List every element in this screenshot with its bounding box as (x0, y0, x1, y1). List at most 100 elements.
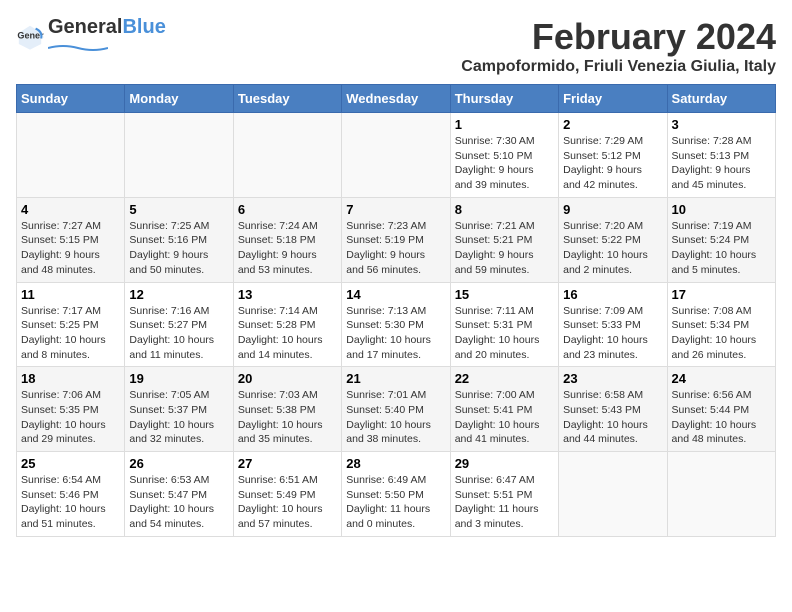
logo-blue: Blue (122, 16, 165, 39)
day-info: Sunrise: 6:56 AM Sunset: 5:44 PM Dayligh… (672, 388, 771, 447)
day-info: Sunrise: 7:21 AM Sunset: 5:21 PM Dayligh… (455, 219, 554, 278)
calendar-cell (342, 113, 450, 198)
calendar-cell: 7Sunrise: 7:23 AM Sunset: 5:19 PM Daylig… (342, 197, 450, 282)
day-number: 18 (21, 371, 120, 386)
day-number: 15 (455, 287, 554, 302)
day-number: 9 (563, 202, 662, 217)
calendar-cell: 3 Sunrise: 7:28 AM Sunset: 5:13 PM Daylig… (667, 113, 775, 198)
day-number: 6 (238, 202, 337, 217)
calendar-cell: 19 Sunrise: 7:05 AM Sunset: 5:37 PM Dayli… (125, 367, 233, 452)
day-number: 13 (238, 287, 337, 302)
header-friday: Friday (559, 85, 667, 113)
calendar-cell: 12Sunrise: 7:16 AM Sunset: 5:27 PM Dayli… (125, 282, 233, 367)
day-number: 26 (129, 456, 228, 471)
day-number: 23 (563, 371, 662, 386)
day-number: 28 (346, 456, 445, 471)
day-number: 3 (672, 117, 771, 132)
day-number: 8 (455, 202, 554, 217)
logo: General General Blue (16, 16, 166, 57)
day-info: Sunrise: 7:17 AM Sunset: 5:25 PM Dayligh… (21, 304, 120, 363)
main-title: February 2024 (461, 16, 776, 58)
header: General General Blue February 2024 Campo… (16, 16, 776, 76)
calendar-cell: 24 Sunrise: 6:56 AM Sunset: 5:44 PM Dayli… (667, 367, 775, 452)
calendar-cell: 6 Sunrise: 7:24 AM Sunset: 5:18 PM Daylig… (233, 197, 341, 282)
header-monday: Monday (125, 85, 233, 113)
calendar-cell: 13 Sunrise: 7:14 AM Sunset: 5:28 PM Dayli… (233, 282, 341, 367)
calendar-week-row: 25 Sunrise: 6:54 AM Sunset: 5:46 PM Dayli… (17, 452, 776, 537)
day-info: Sunrise: 7:14 AM Sunset: 5:28 PM Dayligh… (238, 304, 337, 363)
calendar-cell: 18 Sunrise: 7:06 AM Sunset: 5:35 PM Dayli… (17, 367, 125, 452)
day-info: Sunrise: 7:11 AM Sunset: 5:31 PM Dayligh… (455, 304, 554, 363)
day-info: Sunrise: 7:30 AM Sunset: 5:10 PM Dayligh… (455, 134, 554, 193)
day-info: Sunrise: 7:09 AM Sunset: 5:33 PM Dayligh… (563, 304, 662, 363)
header-tuesday: Tuesday (233, 85, 341, 113)
calendar-cell: 10Sunrise: 7:19 AM Sunset: 5:24 PM Dayli… (667, 197, 775, 282)
calendar-cell: 2Sunrise: 7:29 AM Sunset: 5:12 PM Daylig… (559, 113, 667, 198)
day-number: 17 (672, 287, 771, 302)
subtitle: Campoformido, Friuli Venezia Giulia, Ita… (461, 58, 776, 76)
calendar-cell: 27Sunrise: 6:51 AM Sunset: 5:49 PM Dayli… (233, 452, 341, 537)
day-info: Sunrise: 7:28 AM Sunset: 5:13 PM Dayligh… (672, 134, 771, 193)
day-number: 12 (129, 287, 228, 302)
day-number: 21 (346, 371, 445, 386)
calendar-cell: 20Sunrise: 7:03 AM Sunset: 5:38 PM Dayli… (233, 367, 341, 452)
calendar-header-row: Sunday Monday Tuesday Wednesday Thursday… (17, 85, 776, 113)
calendar-cell: 4Sunrise: 7:27 AM Sunset: 5:15 PM Daylig… (17, 197, 125, 282)
calendar-cell (17, 113, 125, 198)
calendar-cell: 22 Sunrise: 7:00 AM Sunset: 5:41 PM Dayli… (450, 367, 558, 452)
calendar-cell: 1 Sunrise: 7:30 AM Sunset: 5:10 PM Daylig… (450, 113, 558, 198)
calendar-week-row: 4Sunrise: 7:27 AM Sunset: 5:15 PM Daylig… (17, 197, 776, 282)
calendar-cell: 23 Sunrise: 6:58 AM Sunset: 5:43 PM Dayli… (559, 367, 667, 452)
calendar-cell (125, 113, 233, 198)
day-number: 22 (455, 371, 554, 386)
calendar-cell: 15 Sunrise: 7:11 AM Sunset: 5:31 PM Dayli… (450, 282, 558, 367)
calendar-cell: 17 Sunrise: 7:08 AM Sunset: 5:34 PM Dayli… (667, 282, 775, 367)
calendar-cell: 28 Sunrise: 6:49 AM Sunset: 5:50 PM Dayli… (342, 452, 450, 537)
logo-text-area: General Blue (48, 16, 166, 57)
day-info: Sunrise: 7:24 AM Sunset: 5:18 PM Dayligh… (238, 219, 337, 278)
day-info: Sunrise: 6:54 AM Sunset: 5:46 PM Dayligh… (21, 473, 120, 532)
day-number: 27 (238, 456, 337, 471)
day-number: 29 (455, 456, 554, 471)
calendar-cell: 25 Sunrise: 6:54 AM Sunset: 5:46 PM Dayli… (17, 452, 125, 537)
day-info: Sunrise: 7:13 AM Sunset: 5:30 PM Dayligh… (346, 304, 445, 363)
day-number: 5 (129, 202, 228, 217)
day-number: 24 (672, 371, 771, 386)
day-number: 16 (563, 287, 662, 302)
calendar-cell (667, 452, 775, 537)
day-info: Sunrise: 6:58 AM Sunset: 5:43 PM Dayligh… (563, 388, 662, 447)
day-number: 19 (129, 371, 228, 386)
calendar-cell (233, 113, 341, 198)
calendar-cell: 16 Sunrise: 7:09 AM Sunset: 5:33 PM Dayli… (559, 282, 667, 367)
day-number: 25 (21, 456, 120, 471)
day-info: Sunrise: 7:05 AM Sunset: 5:37 PM Dayligh… (129, 388, 228, 447)
calendar-cell: 8 Sunrise: 7:21 AM Sunset: 5:21 PM Daylig… (450, 197, 558, 282)
header-wednesday: Wednesday (342, 85, 450, 113)
calendar-cell (559, 452, 667, 537)
day-number: 2 (563, 117, 662, 132)
day-info: Sunrise: 6:49 AM Sunset: 5:50 PM Dayligh… (346, 473, 445, 532)
logo-general: General (48, 16, 122, 39)
calendar-cell: 29 Sunrise: 6:47 AM Sunset: 5:51 PM Dayli… (450, 452, 558, 537)
calendar-week-row: 11 Sunrise: 7:17 AM Sunset: 5:25 PM Dayli… (17, 282, 776, 367)
day-info: Sunrise: 7:00 AM Sunset: 5:41 PM Dayligh… (455, 388, 554, 447)
calendar-cell: 11 Sunrise: 7:17 AM Sunset: 5:25 PM Dayli… (17, 282, 125, 367)
logo-icon: General (16, 23, 44, 51)
day-info: Sunrise: 7:08 AM Sunset: 5:34 PM Dayligh… (672, 304, 771, 363)
calendar-cell: 14 Sunrise: 7:13 AM Sunset: 5:30 PM Dayli… (342, 282, 450, 367)
day-info: Sunrise: 7:06 AM Sunset: 5:35 PM Dayligh… (21, 388, 120, 447)
logo-wave (48, 44, 108, 52)
calendar-cell: 26Sunrise: 6:53 AM Sunset: 5:47 PM Dayli… (125, 452, 233, 537)
calendar-cell: 21Sunrise: 7:01 AM Sunset: 5:40 PM Dayli… (342, 367, 450, 452)
day-info: Sunrise: 7:23 AM Sunset: 5:19 PM Dayligh… (346, 219, 445, 278)
day-number: 14 (346, 287, 445, 302)
day-number: 20 (238, 371, 337, 386)
day-number: 1 (455, 117, 554, 132)
calendar-table: Sunday Monday Tuesday Wednesday Thursday… (16, 84, 776, 537)
day-info: Sunrise: 6:47 AM Sunset: 5:51 PM Dayligh… (455, 473, 554, 532)
day-info: Sunrise: 7:19 AM Sunset: 5:24 PM Dayligh… (672, 219, 771, 278)
header-sunday: Sunday (17, 85, 125, 113)
title-section: February 2024 Campoformido, Friuli Venez… (461, 16, 776, 76)
day-number: 11 (21, 287, 120, 302)
calendar-cell: 5Sunrise: 7:25 AM Sunset: 5:16 PM Daylig… (125, 197, 233, 282)
